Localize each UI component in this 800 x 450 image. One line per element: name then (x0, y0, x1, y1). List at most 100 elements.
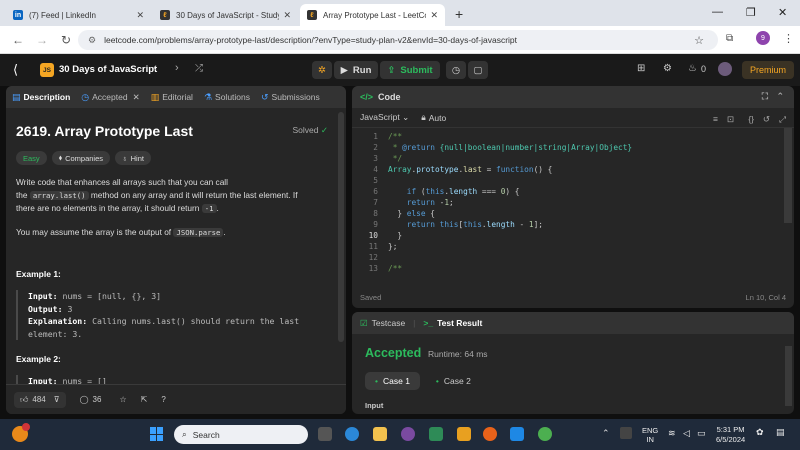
braces-icon[interactable]: {} (748, 114, 754, 124)
copilot-icon[interactable]: ✿ (756, 427, 764, 438)
battery-icon[interactable]: ▭ (697, 428, 706, 439)
editor-scrollbar[interactable] (784, 128, 792, 223)
url-field[interactable]: ⚙ leetcode.com/problems/array-prototype-… (78, 30, 718, 50)
next-problem-icon[interactable]: › (175, 62, 179, 74)
desc-text: . (216, 203, 219, 213)
timer-icon[interactable]: ◷ (446, 61, 466, 79)
firefox-icon[interactable] (483, 427, 497, 441)
tab-testcase[interactable]: ☑ Testcase (360, 318, 405, 329)
favorite-star-icon[interactable]: ☆ (119, 395, 126, 404)
profile-avatar[interactable]: 9 (756, 31, 770, 45)
streak-fire-icon[interactable]: ♨ (688, 63, 697, 74)
site-info-icon[interactable]: ⚙ (88, 35, 96, 46)
browser-tab-strip: in (7) Feed | LinkedIn ✕ ℓ 30 Days of Ja… (0, 0, 800, 26)
run-button[interactable]: ▶ Run (334, 61, 378, 79)
case-2-button[interactable]: • Case 2 (426, 372, 481, 390)
hint-chip[interactable]: ♁ Hint (115, 151, 151, 165)
tray-app-icon[interactable] (620, 427, 632, 439)
format-icon[interactable]: ≡ (713, 114, 718, 124)
tab-submissions[interactable]: ↺ Submissions (261, 92, 320, 103)
scrollbar[interactable] (338, 112, 344, 342)
auto-mode[interactable]: Auto (429, 113, 447, 123)
test-scrollbar[interactable] (785, 346, 792, 406)
minimize-icon[interactable]: — (712, 6, 723, 18)
file-explorer-icon[interactable] (373, 427, 387, 441)
bookmark-star-icon[interactable]: ☆ (694, 34, 704, 47)
input-label: Input (365, 401, 384, 410)
expand-icon[interactable]: ⤢ (779, 114, 786, 125)
taskbar-search[interactable]: ⌕ Search (174, 425, 308, 444)
language-select[interactable]: JavaScript ⌄ (360, 112, 409, 123)
tab-solutions[interactable]: ⚗ Solutions (204, 92, 250, 103)
tab-title: (7) Feed | LinkedIn (29, 10, 97, 20)
problem-panel: ▤ Description ◷ Accepted ✕ ▥ Editorial ⚗ Solu… (6, 86, 346, 414)
case-1-button[interactable]: • Case 1 (365, 372, 420, 390)
tab-description[interactable]: ▤ Description (12, 92, 70, 103)
forward-icon[interactable]: → (36, 33, 48, 47)
app-icon[interactable] (401, 427, 415, 441)
leetcode-header: ⟨ JS 30 Days of JavaScript ‹ › ⤮ ✲ ▶ Run … (0, 54, 800, 86)
grid-apps-icon[interactable]: ⊞ (637, 63, 645, 74)
problem-tabs: ▤ Description ◷ Accepted ✕ ▥ Editorial ⚗ Solu… (6, 86, 346, 108)
line-number: 13 (368, 264, 378, 273)
thumbs-down-icon[interactable]: ⊽ (54, 395, 60, 404)
companies-chip[interactable]: ⬧ Companies (51, 151, 110, 165)
streak-count: 0 (701, 64, 707, 74)
collapse-icon[interactable]: ⌃ (776, 91, 784, 102)
fullscreen-icon[interactable]: ⛶ (762, 91, 768, 102)
problem-title[interactable]: 2619. Array Prototype Last (16, 123, 336, 139)
tab-editorial[interactable]: ▥ Editorial (151, 92, 193, 103)
study-plan-title[interactable]: 30 Days of JavaScript (59, 64, 157, 75)
settings-gear-icon[interactable]: ⚙ (663, 63, 672, 74)
sublime-icon[interactable] (457, 427, 471, 441)
notification-badge (22, 423, 30, 431)
submit-button[interactable]: ⇪ Submit (380, 61, 440, 79)
prev-problem-icon[interactable]: ‹ (153, 62, 157, 74)
search-icon: ⌕ (182, 429, 187, 439)
close-tab-icon[interactable]: ✕ (283, 10, 291, 21)
extensions-icon[interactable]: ⧉ (726, 33, 733, 44)
leetcode-logo-icon[interactable]: ⟨ (13, 62, 18, 78)
close-tab-icon[interactable]: ✕ (136, 10, 144, 21)
bookmark-icon[interactable]: ⊡ (727, 114, 734, 125)
volume-icon[interactable]: ◁ (683, 428, 690, 439)
shuffle-icon[interactable]: ⤮ (195, 63, 203, 74)
close-tab-icon[interactable]: ✕ (133, 92, 140, 103)
chrome-icon[interactable] (538, 427, 552, 441)
user-avatar[interactable] (718, 62, 732, 76)
language-indicator[interactable]: ENG IN (642, 426, 658, 444)
clock[interactable]: 5:31 PM 6/5/2024 (716, 425, 745, 445)
browser-tab-study-plan[interactable]: ℓ 30 Days of JavaScript - Study Pl ✕ (153, 4, 298, 26)
reload-icon[interactable]: ↻ (60, 33, 72, 47)
task-view-icon[interactable] (318, 427, 332, 441)
notes-icon[interactable]: ▢ (468, 61, 488, 79)
chevron-up-icon[interactable]: ⌃ (602, 428, 610, 439)
browser-tab-linkedin[interactable]: in (7) Feed | LinkedIn ✕ (6, 4, 151, 26)
code-editor[interactable]: 1 2 3 4 5 6 7 8 9 10 11 12 13 /** * @ret… (352, 128, 794, 285)
like-button[interactable]: 👍︎ 484 ⊽ (14, 391, 66, 408)
window-close-icon[interactable]: ✕ (778, 6, 787, 19)
tab-accepted[interactable]: ◷ Accepted ✕ (81, 92, 139, 103)
reset-icon[interactable]: ↺ (763, 114, 770, 125)
premium-button[interactable]: Premium (742, 61, 794, 79)
help-icon[interactable]: ? (161, 395, 165, 404)
notifications-icon[interactable]: ▤ (776, 427, 785, 438)
browser-menu-icon[interactable]: ⋮ (783, 32, 794, 45)
vscode-icon[interactable] (510, 427, 524, 441)
new-tab-button[interactable]: + (455, 6, 463, 22)
edge-icon[interactable] (345, 427, 359, 441)
browser-tab-array-prototype-last[interactable]: ℓ Array Prototype Last - LeetCod ✕ (300, 4, 445, 26)
back-icon[interactable]: ← (12, 33, 24, 47)
maximize-icon[interactable]: ❐ (746, 6, 756, 19)
wifi-icon[interactable]: ≋ (668, 428, 676, 439)
windows-start-icon[interactable] (150, 427, 164, 441)
difficulty-badge[interactable]: Easy (16, 151, 47, 165)
close-tab-icon[interactable]: ✕ (430, 10, 438, 21)
debug-icon[interactable]: ✲ (312, 61, 332, 79)
tag-icon: ⬧ (58, 153, 63, 162)
tab-test-result[interactable]: >_ Test Result (423, 318, 482, 328)
comments-button[interactable]: ◯ 36 (80, 395, 102, 404)
app-icon[interactable] (429, 427, 443, 441)
share-icon[interactable]: ⇱ (141, 395, 148, 404)
saved-status: Saved (360, 292, 382, 302)
